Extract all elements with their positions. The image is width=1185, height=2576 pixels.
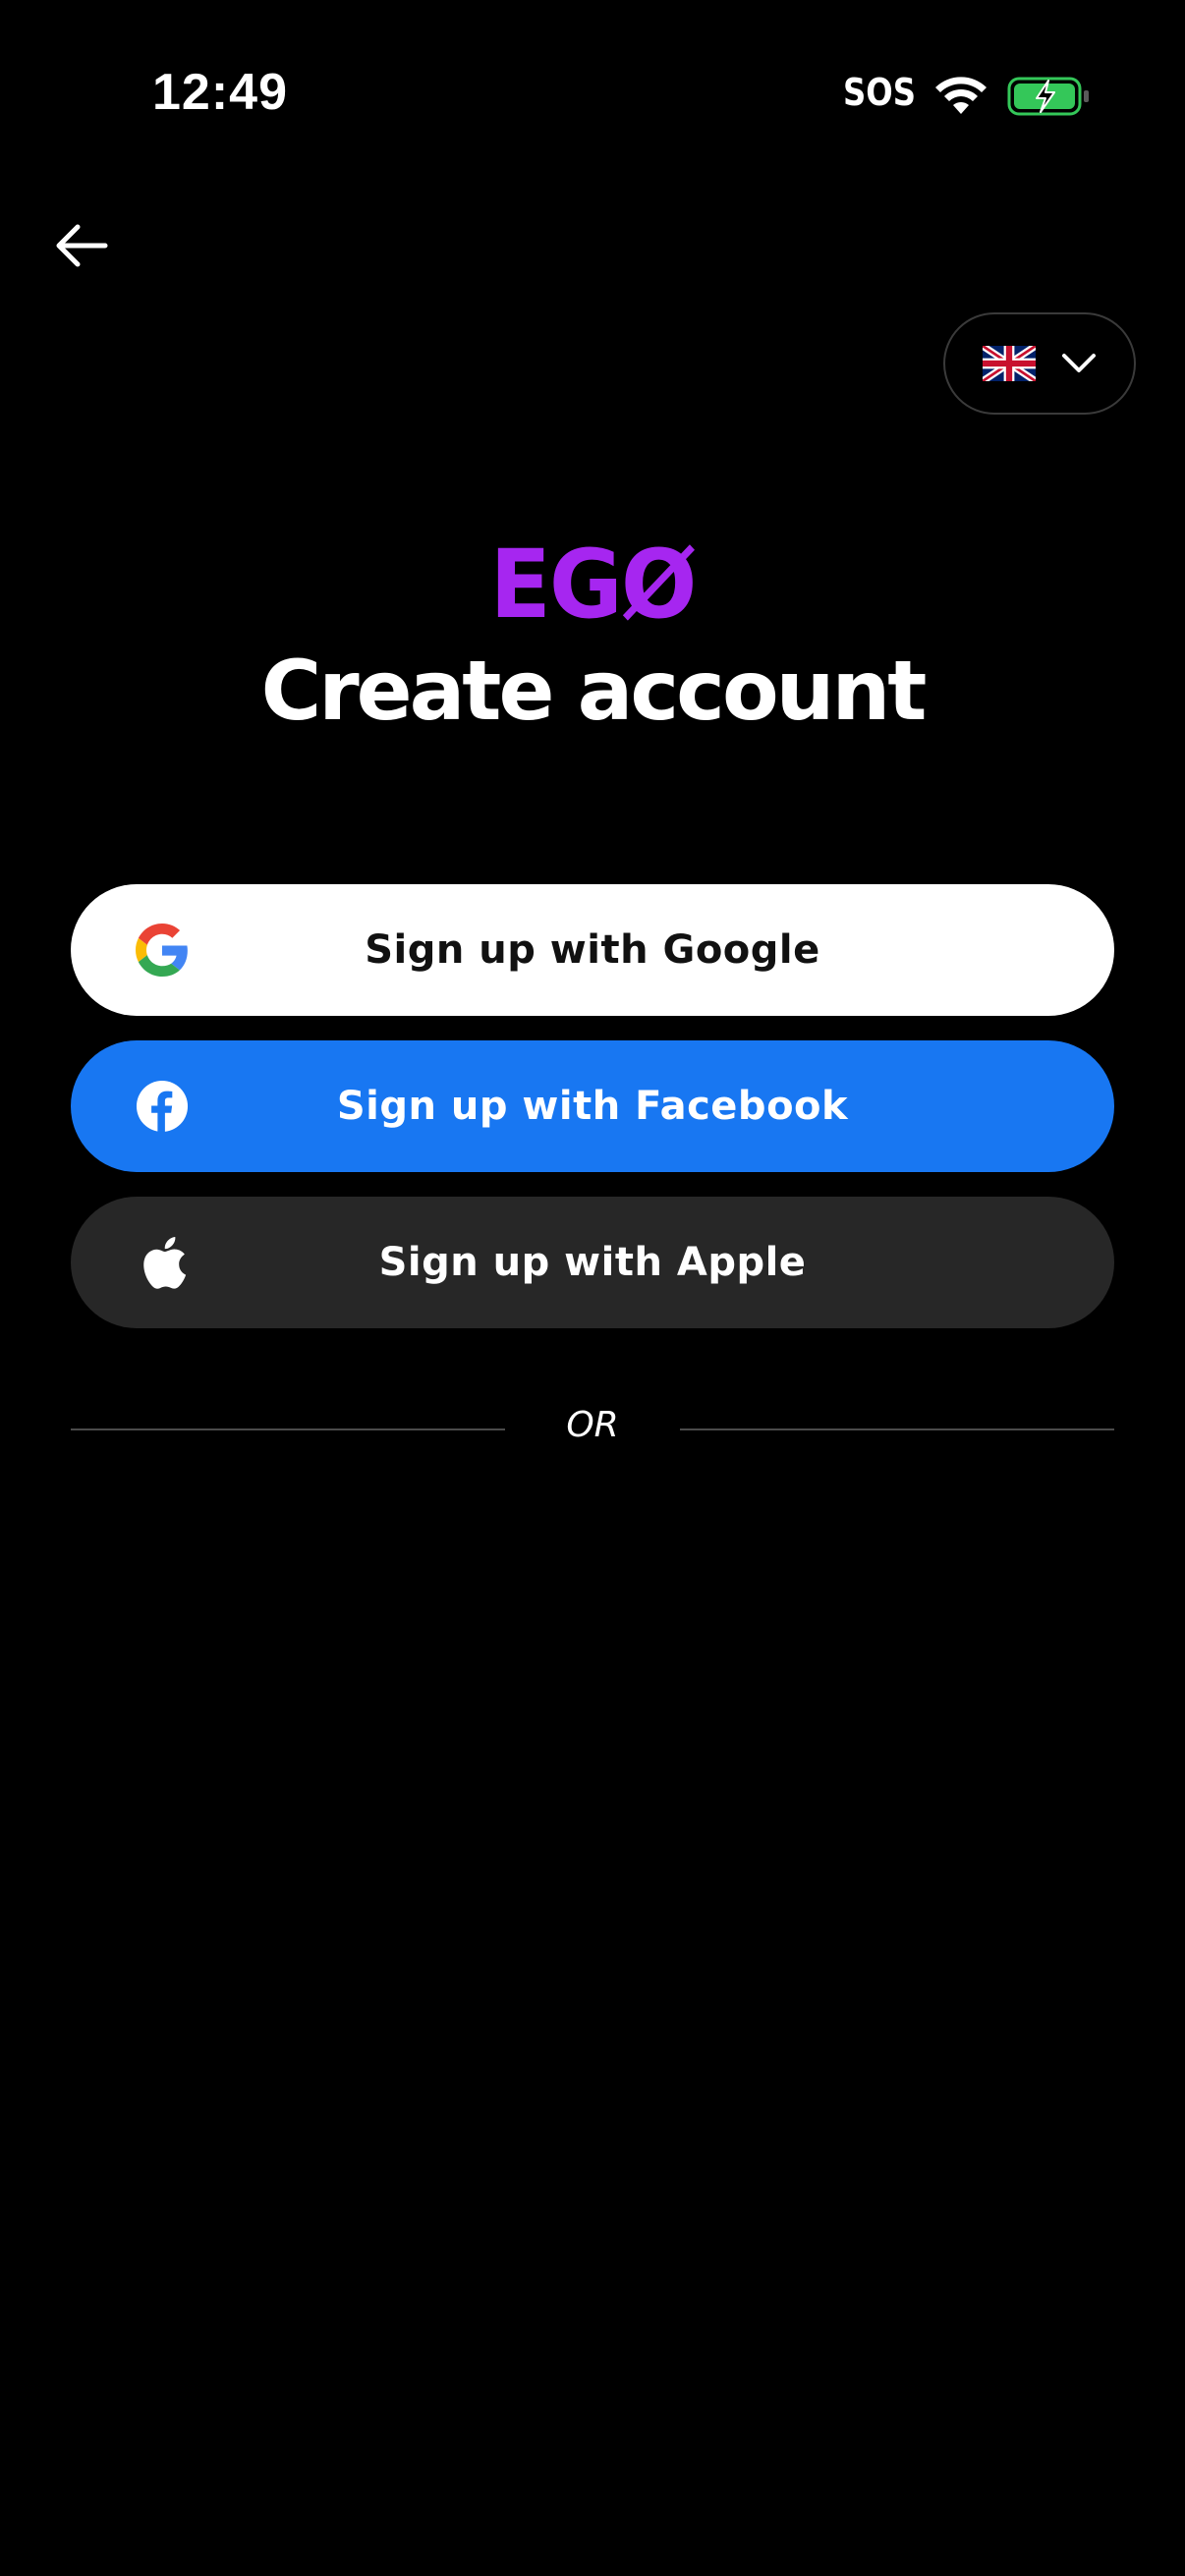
status-carrier: SOS: [843, 71, 916, 114]
brand-logo: EGØ: [489, 530, 698, 640]
or-divider: OR: [71, 1399, 1114, 1458]
facebook-icon: [136, 1080, 189, 1133]
google-signup-label: Sign up with Google: [365, 927, 820, 973]
google-signup-button[interactable]: Sign up with Google: [71, 884, 1114, 1016]
wifi-icon: [935, 77, 987, 114]
divider-text: OR: [566, 1405, 619, 1445]
google-icon: [136, 924, 189, 977]
status-bar: 12:49 SOS: [0, 0, 1185, 187]
language-selector[interactable]: [943, 312, 1136, 415]
arrow-left-icon: [56, 224, 108, 267]
facebook-signup-label: Sign up with Facebook: [336, 1084, 849, 1129]
apple-icon: [136, 1236, 189, 1289]
chevron-down-icon: [1062, 354, 1096, 372]
apple-signup-label: Sign up with Apple: [378, 1240, 807, 1285]
facebook-signup-button[interactable]: Sign up with Facebook: [71, 1040, 1114, 1172]
status-time: 12:49: [152, 64, 288, 121]
divider-line-right: [680, 1428, 1114, 1430]
page-title: Create account: [260, 643, 928, 739]
back-button[interactable]: [47, 211, 116, 280]
uk-flag-icon: [983, 346, 1036, 381]
apple-signup-button[interactable]: Sign up with Apple: [71, 1197, 1114, 1328]
battery-charging-icon: [1007, 77, 1089, 116]
